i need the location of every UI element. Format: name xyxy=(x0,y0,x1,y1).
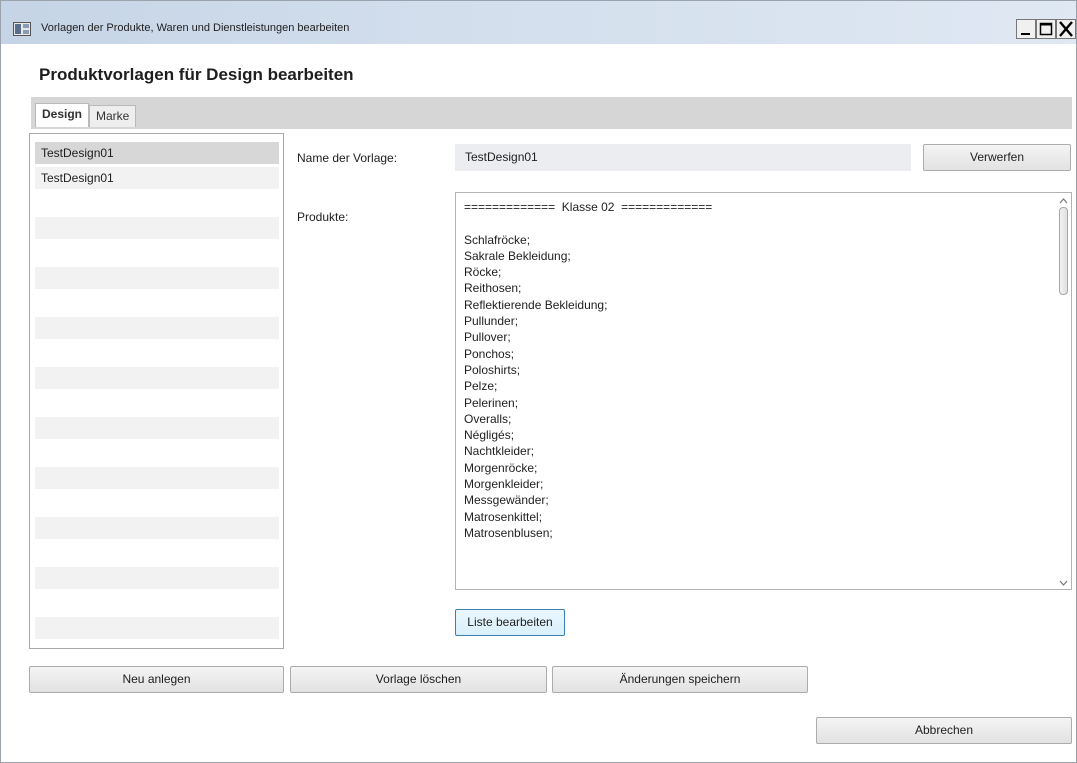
new-button[interactable]: Neu anlegen xyxy=(29,666,284,693)
list-item[interactable]: TestDesign01 xyxy=(35,142,279,164)
dialog-window: Vorlagen der Produkte, Waren und Dienstl… xyxy=(0,0,1077,763)
empty-list-row xyxy=(35,517,279,539)
title-bar[interactable]: Vorlagen der Produkte, Waren und Dienstl… xyxy=(1,1,1076,44)
discard-button[interactable]: Verwerfen xyxy=(923,144,1071,171)
empty-list-row xyxy=(35,217,279,239)
tab-marke[interactable]: Marke xyxy=(89,105,137,127)
empty-list-row xyxy=(35,267,279,289)
products-text: ============= Klasse 02 ============= Sc… xyxy=(464,200,713,540)
page-title: Produktvorlagen für Design bearbeiten xyxy=(39,65,354,84)
scroll-down-icon[interactable] xyxy=(1058,577,1069,587)
products-label: Produkte: xyxy=(297,210,349,224)
products-textarea[interactable]: ============= Klasse 02 ============= Sc… xyxy=(455,192,1072,590)
window-title: Vorlagen der Produkte, Waren und Dienstl… xyxy=(41,22,350,34)
minimize-icon[interactable] xyxy=(1016,19,1036,39)
save-changes-button[interactable]: Änderungen speichern xyxy=(552,666,808,693)
empty-list-row xyxy=(35,317,279,339)
cancel-button[interactable]: Abbrechen xyxy=(816,717,1072,744)
list-item[interactable]: TestDesign01 xyxy=(35,167,279,189)
scroll-up-icon[interactable] xyxy=(1058,195,1069,205)
tab-design[interactable]: Design xyxy=(35,103,90,127)
name-label: Name der Vorlage: xyxy=(297,151,398,165)
delete-template-button[interactable]: Vorlage löschen xyxy=(290,666,547,693)
edit-list-button[interactable]: Liste bearbeiten xyxy=(455,609,565,636)
template-list[interactable]: TestDesign01 TestDesign01 xyxy=(29,133,284,649)
tab-strip: Design Marke xyxy=(31,97,1072,129)
empty-list-row xyxy=(35,367,279,389)
empty-list-row xyxy=(35,467,279,489)
template-name-field[interactable]: TestDesign01 xyxy=(455,144,911,171)
maximize-icon[interactable] xyxy=(1036,19,1056,39)
empty-list-row xyxy=(35,617,279,639)
scrollbar-thumb[interactable] xyxy=(1059,207,1068,295)
window-app-icon xyxy=(13,22,31,36)
empty-list-row xyxy=(35,567,279,589)
empty-list-row xyxy=(35,417,279,439)
products-scrollbar[interactable] xyxy=(1056,193,1071,589)
close-icon[interactable] xyxy=(1056,19,1076,39)
